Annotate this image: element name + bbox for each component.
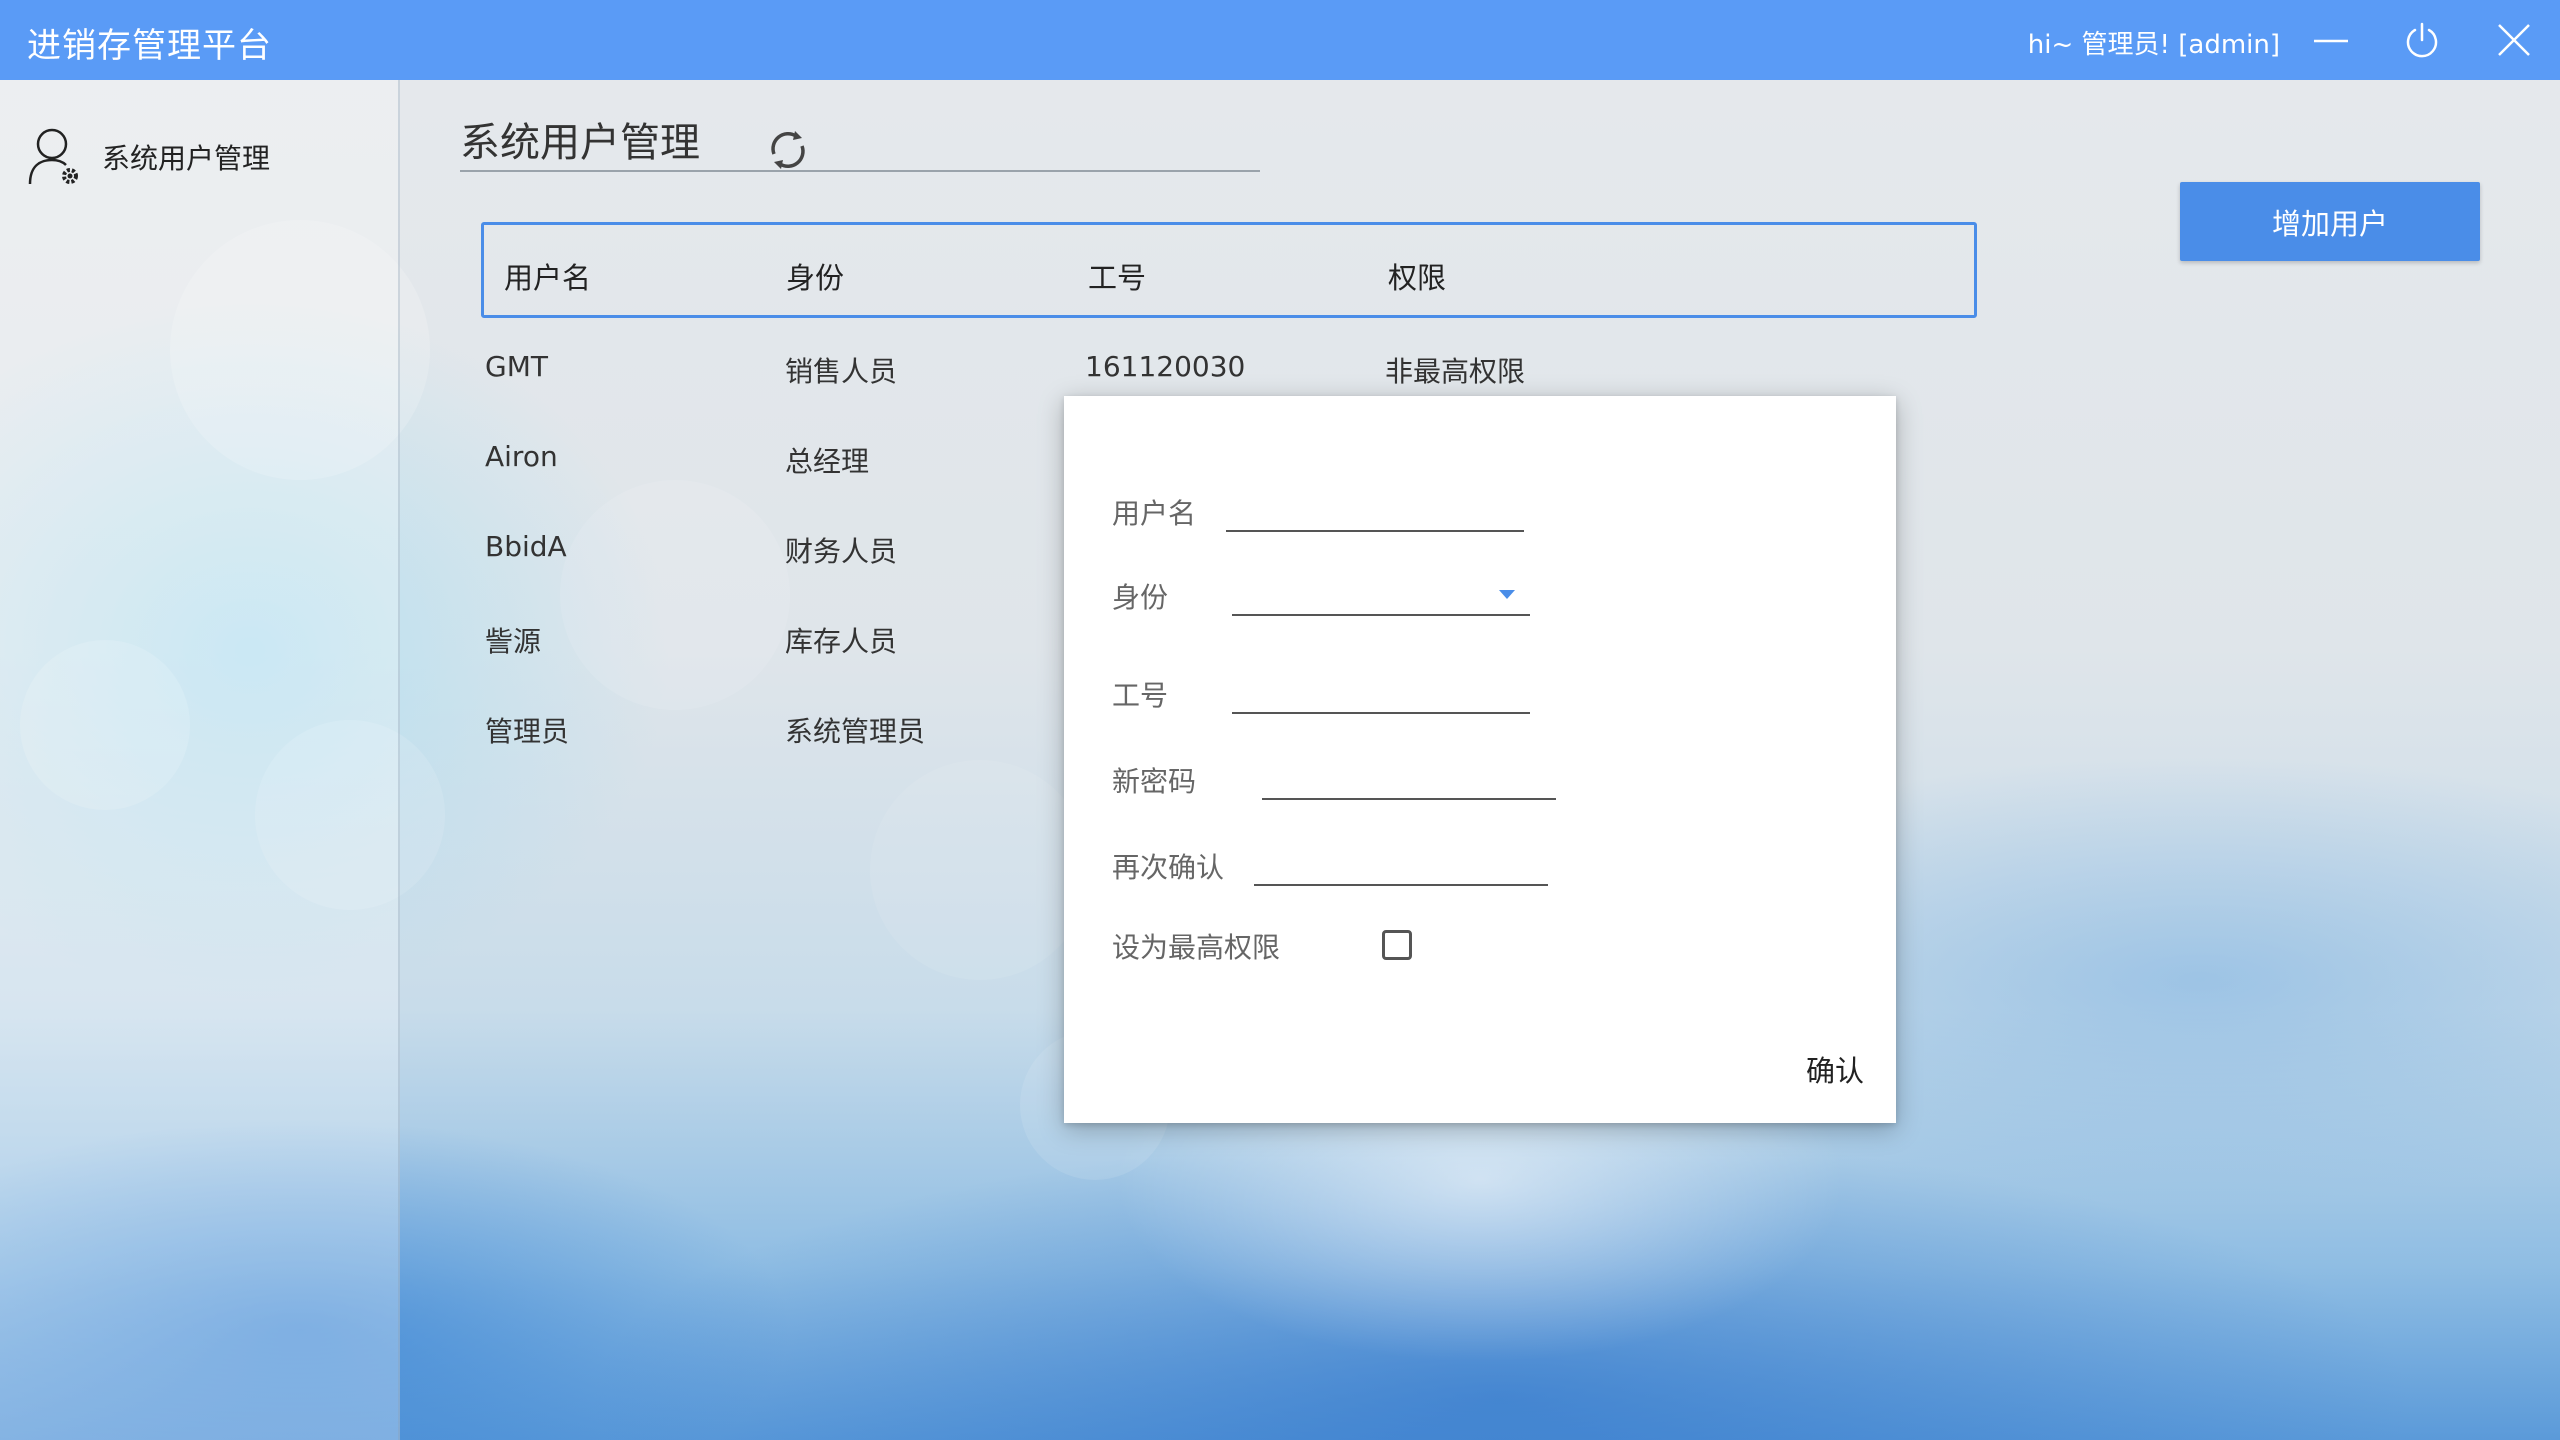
- user-settings-icon: [28, 128, 78, 185]
- cell-role: 系统管理员: [785, 715, 926, 748]
- role-underline: [1232, 614, 1530, 616]
- confirm-password-field[interactable]: [1254, 840, 1548, 880]
- new-password-field[interactable]: [1262, 754, 1556, 794]
- confirm-password-underline: [1254, 884, 1548, 886]
- title-divider: [460, 170, 1260, 172]
- table-row[interactable]: GMT 销售人员 161120030 非最高权限: [481, 340, 1977, 400]
- employee-id-field[interactable]: [1232, 668, 1530, 708]
- add-user-button[interactable]: 增加用户: [2180, 182, 2480, 261]
- role-label: 身份: [1112, 581, 1169, 614]
- new-password-label: 新密码: [1112, 765, 1197, 798]
- refresh-button[interactable]: [766, 128, 810, 172]
- chevron-down-icon: [1499, 590, 1515, 599]
- cell-role: 销售人员: [785, 355, 898, 388]
- new-password-underline: [1262, 798, 1556, 800]
- refresh-icon: [771, 131, 805, 169]
- sidebar-item-label: 系统用户管理: [102, 142, 271, 175]
- minimize-icon: [2314, 39, 2348, 43]
- id-label: 工号: [1112, 679, 1169, 712]
- cell-username: 管理员: [485, 715, 570, 748]
- column-header-permission[interactable]: 权限: [1388, 255, 1446, 297]
- app-title: 进销存管理平台: [27, 26, 272, 66]
- cell-id: 161120030: [1085, 350, 1246, 383]
- sidebar-item-user-management[interactable]: 系统用户管理: [26, 122, 366, 192]
- cell-username: Airon: [485, 440, 558, 473]
- column-header-role[interactable]: 身份: [786, 255, 844, 297]
- role-dropdown[interactable]: [1232, 568, 1530, 612]
- cell-username: 訾源: [485, 625, 542, 658]
- sidebar: 系统用户管理: [0, 80, 400, 1440]
- user-greeting: hi~ 管理员! [admin]: [2027, 30, 2280, 60]
- confirm-password-label: 再次确认: [1112, 851, 1225, 884]
- power-icon: [2406, 22, 2438, 58]
- close-icon: [2498, 24, 2530, 56]
- cell-username: BbidA: [485, 530, 567, 563]
- confirm-button[interactable]: 确认: [1806, 1048, 1864, 1090]
- page-title: 系统用户管理: [460, 120, 700, 166]
- username-field[interactable]: [1226, 486, 1524, 526]
- power-button[interactable]: [2402, 20, 2442, 60]
- cell-permission: 非最高权限: [1385, 355, 1526, 388]
- minimize-button[interactable]: [2311, 20, 2351, 60]
- cell-username: GMT: [485, 350, 548, 383]
- cell-role: 库存人员: [785, 625, 898, 658]
- cell-role: 总经理: [785, 445, 870, 478]
- cell-role: 财务人员: [785, 535, 898, 568]
- superuser-checkbox[interactable]: [1382, 930, 1412, 960]
- table-header: 用户名 身份 工号 权限: [481, 222, 1977, 318]
- close-button[interactable]: [2494, 20, 2534, 60]
- username-label: 用户名: [1112, 497, 1197, 530]
- column-header-id[interactable]: 工号: [1088, 255, 1146, 297]
- username-underline: [1226, 530, 1524, 532]
- add-user-dialog: 用户名 身份 工号 新密码 再次确认 设为最高权限: [1064, 396, 1896, 1123]
- id-underline: [1232, 712, 1530, 714]
- superuser-label: 设为最高权限: [1112, 931, 1281, 964]
- title-bar: 进销存管理平台 hi~ 管理员! [admin]: [0, 0, 2560, 80]
- column-header-username[interactable]: 用户名: [504, 255, 591, 297]
